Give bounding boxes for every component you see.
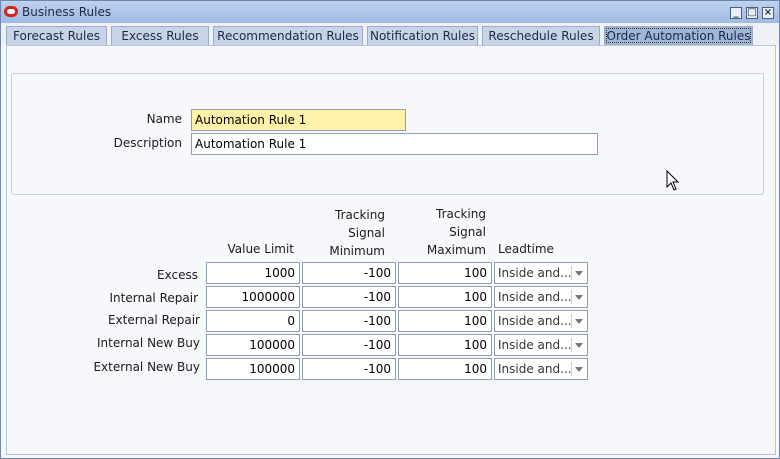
tab-excess-rules[interactable]: Excess Rules xyxy=(111,26,209,45)
description-field[interactable]: Automation Rule 1 xyxy=(191,133,598,155)
internal-new-buy-leadtime-value: Inside and... xyxy=(498,338,572,352)
internal-new-buy-tracking-min[interactable]: -100 xyxy=(302,334,396,356)
tracking-min-header: Tracking Signal Minimum xyxy=(329,208,385,258)
maximize-icon[interactable]: □ xyxy=(746,7,758,19)
excess-tracking-min[interactable]: -100 xyxy=(302,262,396,284)
chevron-down-icon xyxy=(571,314,584,328)
internal-new-buy-leadtime-select[interactable]: Inside and... xyxy=(494,334,588,356)
external-new-buy-leadtime-select[interactable]: Inside and... xyxy=(494,358,588,380)
excess-leadtime-select[interactable]: Inside and... xyxy=(494,262,588,284)
mouse-pointer-icon xyxy=(666,169,680,195)
external-repair-leadtime-select[interactable]: Inside and... xyxy=(494,310,588,332)
row-label-external-repair: External Repair xyxy=(107,313,200,327)
name-field[interactable]: Automation Rule 1 xyxy=(191,109,406,131)
name-label: Name xyxy=(146,112,182,126)
oracle-icon xyxy=(4,6,18,17)
row-label-internal-new-buy: Internal New Buy xyxy=(97,336,200,350)
tab-strip: Forecast Rules Excess Rules Recommendati… xyxy=(1,23,779,45)
title-bar: Business Rules _ □ × xyxy=(1,1,779,23)
internal-new-buy-tracking-max[interactable]: 100 xyxy=(398,334,492,356)
external-new-buy-tracking-max[interactable]: 100 xyxy=(398,358,492,380)
row-label-excess: Excess xyxy=(157,268,198,282)
internal-new-buy-value-limit[interactable]: 100000 xyxy=(206,334,300,356)
row-label-external-new-buy: External New Buy xyxy=(93,360,200,374)
close-icon[interactable]: × xyxy=(762,7,774,19)
excess-value-limit[interactable]: 1000 xyxy=(206,262,300,284)
chevron-down-icon xyxy=(571,266,584,280)
business-rules-window: Business Rules _ □ × Forecast Rules Exce… xyxy=(0,0,780,459)
minimize-icon[interactable]: _ xyxy=(730,7,742,19)
excess-leadtime-value: Inside and... xyxy=(498,266,572,280)
external-repair-leadtime-value: Inside and... xyxy=(498,314,572,328)
tracking-max-header: Tracking Signal Maximum xyxy=(426,207,486,257)
internal-repair-tracking-min[interactable]: -100 xyxy=(302,286,396,308)
external-repair-tracking-min[interactable]: -100 xyxy=(302,310,396,332)
description-label: Description xyxy=(113,136,182,150)
internal-repair-leadtime-select[interactable]: Inside and... xyxy=(494,286,588,308)
row-label-internal-repair: Internal Repair xyxy=(109,291,198,305)
external-new-buy-value-limit[interactable]: 100000 xyxy=(206,358,300,380)
chevron-down-icon xyxy=(571,338,584,352)
internal-repair-leadtime-value: Inside and... xyxy=(498,290,572,304)
external-new-buy-leadtime-value: Inside and... xyxy=(498,362,572,376)
external-repair-tracking-max[interactable]: 100 xyxy=(398,310,492,332)
internal-repair-value-limit[interactable]: 1000000 xyxy=(206,286,300,308)
internal-repair-tracking-max[interactable]: 100 xyxy=(398,286,492,308)
tab-recommendation-rules[interactable]: Recommendation Rules xyxy=(213,26,363,45)
tab-reschedule-rules[interactable]: Reschedule Rules xyxy=(482,26,600,45)
external-repair-value-limit[interactable]: 0 xyxy=(206,310,300,332)
tab-forecast-rules[interactable]: Forecast Rules xyxy=(6,26,107,45)
tab-notification-rules[interactable]: Notification Rules xyxy=(367,26,478,45)
excess-tracking-max[interactable]: 100 xyxy=(398,262,492,284)
leadtime-header: Leadtime xyxy=(498,242,554,256)
external-new-buy-tracking-min[interactable]: -100 xyxy=(302,358,396,380)
chevron-down-icon xyxy=(571,362,584,376)
chevron-down-icon xyxy=(571,290,584,304)
tab-order-automation-rules[interactable]: Order Automation Rules xyxy=(604,26,753,45)
value-limit-header: Value Limit xyxy=(227,242,294,256)
window-title: Business Rules xyxy=(22,5,112,19)
